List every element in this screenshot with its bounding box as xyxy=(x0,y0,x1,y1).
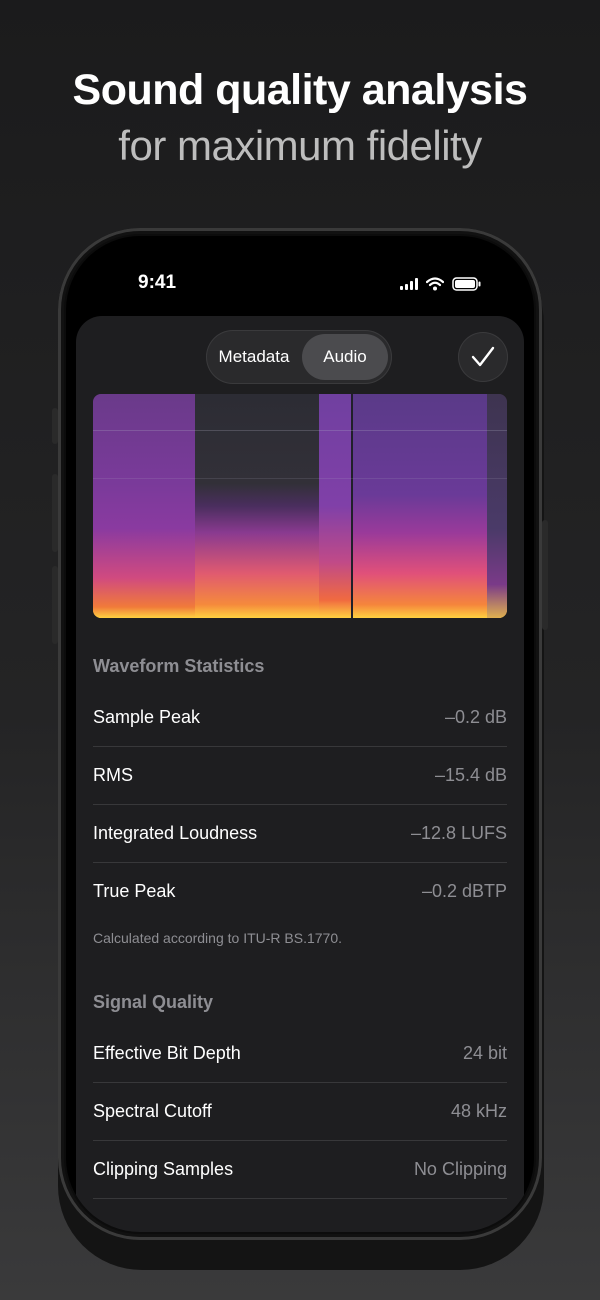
stat-row-integrated-loudness: Integrated Loudness –12.8 LUFS xyxy=(93,804,507,863)
row-label: Integrated Loudness xyxy=(93,822,258,843)
phone-screen: 9:41 Metadata Audio Waveform Statistics … xyxy=(66,236,534,1232)
wifi-icon xyxy=(426,277,444,291)
row-label: Effective Bit Depth xyxy=(93,1042,241,1063)
row-label: Clipping Samples xyxy=(93,1158,234,1179)
headline-title: Sound quality analysis xyxy=(72,66,528,114)
audio-analysis-sheet: Metadata Audio Waveform Statistics Sampl… xyxy=(76,316,524,1232)
signal-icon xyxy=(400,278,418,290)
status-icons xyxy=(400,276,482,292)
spectrogram xyxy=(93,394,507,618)
battery-icon xyxy=(452,277,481,291)
tab-metadata[interactable]: Metadata xyxy=(210,334,298,380)
row-label: True Peak xyxy=(93,880,176,901)
row-value: –0.2 dB xyxy=(444,706,507,727)
signal-row-clipping: Clipping Samples No Clipping xyxy=(93,1140,507,1199)
stat-row-sample-peak: Sample Peak –0.2 dB xyxy=(93,688,507,747)
signal-quality-title: Signal Quality xyxy=(93,992,214,1012)
row-value: –0.2 dBTP xyxy=(421,880,507,901)
row-value: –12.8 LUFS xyxy=(410,822,507,843)
volume-down-button xyxy=(52,566,58,644)
waveform-statistics-title: Waveform Statistics xyxy=(93,656,265,676)
headline-subtitle: for maximum fidelity xyxy=(118,122,482,169)
signal-row-spectral-cutoff: Spectral Cutoff 48 kHz xyxy=(93,1082,507,1141)
done-button[interactable] xyxy=(458,332,508,382)
row-value: –15.4 dB xyxy=(434,764,507,785)
status-time: 9:41 xyxy=(138,272,177,293)
row-label: RMS xyxy=(93,764,133,785)
segmented-control: Metadata Audio xyxy=(206,330,392,384)
stat-row-rms: RMS –15.4 dB xyxy=(93,746,507,805)
signal-row-bit-depth: Effective Bit Depth 24 bit xyxy=(93,1024,507,1083)
mute-switch xyxy=(52,408,58,444)
row-label: Sample Peak xyxy=(93,706,201,727)
stat-row-true-peak: True Peak –0.2 dBTP xyxy=(93,862,507,920)
footnote: Calculated according to ITU-R BS.1770. xyxy=(93,930,343,946)
volume-up-button xyxy=(52,474,58,552)
row-label: Spectral Cutoff xyxy=(93,1100,212,1121)
power-button xyxy=(542,520,548,630)
row-value: 24 bit xyxy=(462,1042,507,1063)
tab-audio[interactable]: Audio xyxy=(302,334,388,380)
row-value: 48 kHz xyxy=(450,1100,507,1121)
checkmark-icon xyxy=(471,346,495,367)
row-value: No Clipping xyxy=(413,1158,507,1179)
